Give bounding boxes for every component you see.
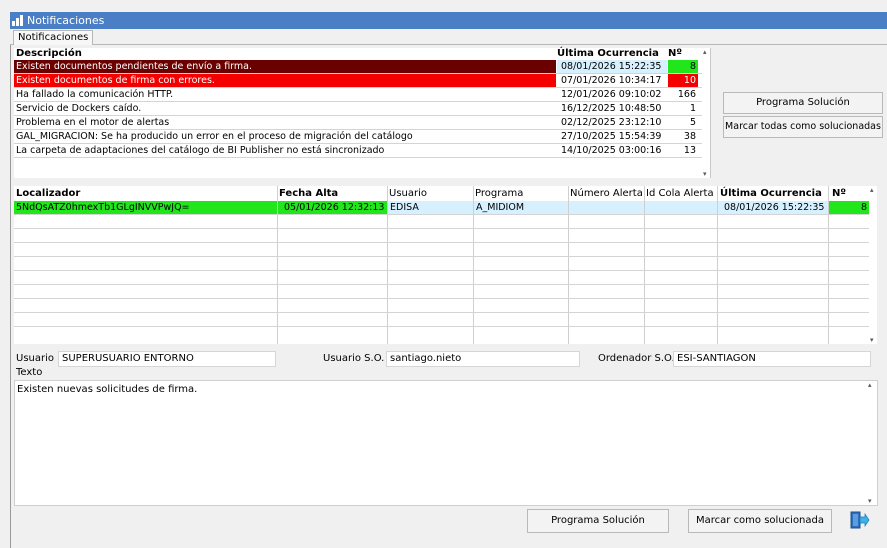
col-header-fecha-alta[interactable]: Fecha Alta (279, 188, 338, 200)
cell-descripcion: Servicio de Dockers caído. (16, 103, 142, 114)
programa-solucion-button[interactable]: Programa Solución (527, 509, 669, 533)
table-row[interactable]: 5NdQsATZ0hmexTb1GLgINVVPwJQ= 05/01/2026 … (14, 201, 876, 215)
texto-scrollbar[interactable]: ▴ ▾ (867, 381, 875, 505)
cell-ultima: 12/01/2026 09:10:02 (561, 89, 662, 100)
cell-num: 5 (689, 117, 696, 128)
table-row[interactable]: La carpeta de adaptaciones del catálogo … (14, 144, 710, 158)
marcar-todas-button[interactable]: Marcar todas como solucionadas (723, 116, 883, 138)
col-header-ultima-ocurrencia-detalle[interactable]: Última Ocurrencia (720, 188, 822, 200)
ordenador-so-label: Ordenador S.O. (598, 353, 675, 364)
programa-solucion-side-button[interactable]: Programa Solución (723, 92, 883, 114)
table-row[interactable]: Existen documentos de firma con errores.… (14, 74, 710, 88)
table-row[interactable]: Problema en el motor de alertas 02/12/20… (14, 116, 710, 130)
cell-fecha-alta: 05/01/2026 12:32:13 (278, 201, 387, 214)
cell-ultima: 27/10/2025 15:54:39 (561, 131, 662, 142)
cell-descripcion: GAL_MIGRACION: Se ha producido un error … (16, 131, 413, 142)
scroll-up-icon[interactable]: ▴ (870, 186, 874, 194)
table-row[interactable]: Ha fallado la comunicación HTTP. 12/01/2… (14, 88, 710, 102)
table-row[interactable]: Servicio de Dockers caído. 16/12/2025 10… (14, 102, 710, 116)
cell-num: 38 (683, 131, 696, 142)
cell-numero-alerta (569, 201, 644, 214)
cell-ultima: 08/01/2026 15:22:35 (557, 60, 667, 73)
notifications-scrollbar[interactable]: ▴ ▾ (702, 48, 710, 178)
ordenador-so-field[interactable]: ESI-SANTIAGON (673, 351, 871, 367)
cell-ultima: 08/01/2026 15:22:35 (718, 201, 828, 214)
window-titlebar: Notificaciones (10, 12, 887, 29)
cell-usuario: EDISA (388, 201, 473, 214)
col-header-id-cola[interactable]: Id Cola Alerta (646, 188, 714, 200)
tab-notificaciones[interactable]: Notificaciones (13, 30, 94, 45)
cell-localizador: 5NdQsATZ0hmexTb1GLgINVVPwJQ= (14, 201, 277, 214)
texto-value: Existen nuevas solicitudes de firma. (17, 384, 198, 395)
tab-strip: Notificaciones (10, 29, 887, 45)
scroll-up-icon[interactable]: ▴ (703, 48, 707, 56)
usuario-label: Usuario (16, 353, 55, 364)
exit-icon[interactable] (850, 511, 870, 529)
col-header-programa[interactable]: Programa (475, 188, 523, 200)
scroll-down-icon[interactable]: ▾ (868, 497, 872, 505)
cell-descripcion: Existen documentos pendientes de envío a… (14, 60, 556, 73)
table-row-empty (14, 158, 710, 171)
cell-ultima: 14/10/2025 03:00:16 (561, 145, 662, 156)
scroll-down-icon[interactable]: ▾ (870, 336, 874, 344)
col-header-num-detalle[interactable]: Nº (832, 188, 846, 200)
cell-num: 13 (683, 145, 696, 156)
cell-num: 8 (829, 201, 869, 214)
cell-num: 10 (668, 74, 698, 87)
cell-descripcion: Existen documentos de firma con errores. (14, 74, 556, 87)
cell-programa: A_MIDIOM (474, 201, 568, 214)
scroll-down-icon[interactable]: ▾ (703, 170, 707, 178)
table-row[interactable]: GAL_MIGRACION: Se ha producido un error … (14, 130, 710, 144)
detail-scrollbar[interactable]: ▴ ▾ (869, 186, 877, 344)
cell-descripcion: Ha fallado la comunicación HTTP. (16, 89, 174, 100)
texto-textarea[interactable]: Existen nuevas solicitudes de firma. ▴ ▾ (14, 380, 878, 506)
usuario-field[interactable]: SUPERUSUARIO ENTORNO (58, 351, 276, 367)
window-title: Notificaciones (27, 14, 105, 27)
cell-ultima: 07/01/2026 10:34:17 (561, 75, 662, 86)
table-row[interactable]: Existen documentos pendientes de envío a… (14, 60, 710, 74)
app-chart-icon (12, 15, 24, 26)
cell-descripcion: La carpeta de adaptaciones del catálogo … (16, 145, 385, 156)
cell-num: 1 (689, 103, 696, 114)
panel-left-border (10, 45, 11, 548)
notifications-table: Descripción Última Ocurrencia Nº Existen… (14, 48, 711, 178)
scroll-up-icon[interactable]: ▴ (868, 381, 872, 389)
cell-id-cola (645, 201, 717, 214)
usuario-so-label: Usuario S.O. (323, 353, 385, 364)
col-header-num[interactable]: Nº (668, 48, 682, 60)
col-header-localizador[interactable]: Localizador (16, 188, 80, 200)
col-header-ultima-ocurrencia[interactable]: Última Ocurrencia (557, 48, 659, 60)
texto-label: Texto (16, 367, 43, 378)
col-header-descripcion[interactable]: Descripción (16, 48, 82, 60)
cell-ultima: 02/12/2025 23:12:10 (561, 117, 662, 128)
cell-num: 8 (668, 60, 698, 73)
cell-descripcion: Problema en el motor de alertas (16, 117, 170, 128)
col-header-numero-alerta[interactable]: Número Alerta (570, 188, 643, 200)
usuario-so-field[interactable]: santiago.nieto (386, 351, 580, 367)
detail-table: Localizador Fecha Alta Usuario Programa … (14, 186, 877, 344)
col-header-usuario[interactable]: Usuario (389, 188, 427, 200)
top-strip (0, 0, 887, 12)
cell-num: 166 (677, 89, 696, 100)
marcar-solucionada-button[interactable]: Marcar como solucionada (688, 509, 832, 533)
cell-ultima: 16/12/2025 10:48:50 (561, 103, 662, 114)
